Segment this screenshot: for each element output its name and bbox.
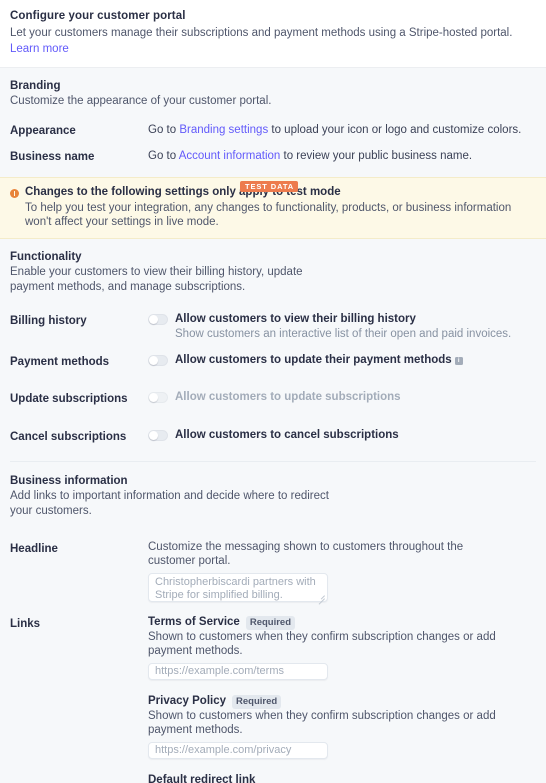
links-body: Terms of Service Required Shown to custo…	[148, 615, 536, 783]
business-name-prefix: Go to	[148, 150, 179, 162]
billing-history-row: Billing history Allow customers to view …	[10, 299, 536, 341]
business-information-title: Business information	[10, 475, 128, 487]
page-subtitle: Let your customers manage their subscrip…	[10, 25, 536, 57]
headline-body: Customize the messaging shown to custome…	[148, 540, 536, 605]
resize-handle-icon[interactable]	[318, 592, 325, 605]
update-subscriptions-toggle-label: Allow customers to update subscriptions	[175, 391, 401, 403]
customer-portal-settings-card: Configure your customer portal Let your …	[0, 0, 546, 783]
default-redirect-head: Default redirect link	[148, 773, 536, 783]
billing-history-toggle-help: Show customers an interactive list of th…	[175, 328, 512, 340]
cancel-subscriptions-toggle-row: Allow customers to cancel subscriptions	[148, 428, 536, 443]
cancel-subscriptions-toggle-label: Allow customers to cancel subscriptions	[175, 429, 399, 441]
payment-methods-toggle-label: Allow customers to update their payment …	[175, 353, 463, 368]
billing-history-body: Allow customers to view their billing hi…	[148, 312, 536, 341]
functionality-title: Functionality	[10, 251, 82, 263]
business-name-label: Business name	[10, 151, 95, 163]
toggle-knob	[149, 393, 158, 402]
business-name-suffix: to review your public business name.	[280, 150, 473, 162]
business-name-row: Business name Go to Account information …	[10, 139, 536, 165]
privacy-input-placeholder: https://example.com/privacy	[155, 744, 292, 756]
links-row: Links Terms of Service Required Shown to…	[10, 602, 536, 783]
business-information-description: Add links to important information and d…	[10, 490, 329, 517]
business-information-head: Business information Add links to import…	[10, 473, 536, 519]
test-data-badge: TEST DATA	[240, 181, 299, 192]
billing-history-toggle-texts: Allow customers to view their billing hi…	[175, 312, 511, 341]
business-name-body: Go to Account information to review your…	[148, 148, 536, 164]
business-information-section: Business information Add links to import…	[0, 462, 546, 783]
payment-methods-toggle-label-text: Allow customers to update their payment …	[175, 354, 452, 366]
privacy-policy-input[interactable]: https://example.com/privacy	[148, 742, 328, 759]
privacy-required-badge: Required	[232, 694, 282, 709]
headline-label: Headline	[10, 543, 58, 555]
info-icon[interactable]: i	[454, 357, 463, 365]
headline-row: Headline Customize the messaging shown t…	[10, 523, 536, 605]
toggle-knob	[149, 356, 158, 365]
cancel-subscriptions-body: Allow customers to cancel subscriptions	[148, 428, 536, 443]
branding-settings-link[interactable]: Branding settings	[179, 124, 268, 136]
hero-learn-more-link[interactable]: Learn more	[10, 43, 69, 55]
terms-required-badge: Required	[245, 615, 296, 630]
test-mode-banner-text: To help you test your integration, any c…	[25, 202, 512, 228]
links-label: Links	[10, 618, 41, 630]
billing-history-toggle-row: Allow customers to view their billing hi…	[148, 312, 536, 341]
payment-methods-toggle[interactable]	[148, 355, 168, 366]
terms-of-service-field: Terms of Service Required Shown to custo…	[148, 615, 536, 680]
payment-methods-body: Allow customers to update their payment …	[148, 353, 536, 368]
billing-history-toggle-label: Allow customers to view their billing hi…	[175, 313, 416, 325]
payment-methods-toggle-row: Allow customers to update their payment …	[148, 353, 536, 368]
headline-textarea-placeholder: Christopherbiscardi partners with Stripe…	[155, 576, 316, 601]
update-subscriptions-body: Allow customers to update subscriptions	[148, 390, 536, 405]
privacy-policy-head: Privacy Policy Required	[148, 694, 536, 709]
update-subscriptions-row: Update subscriptions Allow customers to …	[10, 370, 536, 407]
terms-input-placeholder: https://example.com/terms	[155, 665, 284, 677]
branding-title: Branding	[10, 80, 61, 92]
default-redirect-title: Default redirect link	[148, 774, 256, 783]
toggle-knob	[149, 315, 158, 324]
functionality-section: Functionality Enable your customers to v…	[0, 239, 546, 462]
headline-description: Customize the messaging shown to custome…	[148, 541, 464, 567]
account-information-link[interactable]: Account information	[179, 150, 281, 162]
appearance-label: Appearance	[10, 125, 76, 137]
appearance-row: Appearance Go to Branding settings to up…	[10, 113, 536, 139]
functionality-description: Enable your customers to view their bill…	[10, 266, 303, 293]
update-subscriptions-label: Update subscriptions	[10, 393, 128, 405]
privacy-policy-title: Privacy Policy	[148, 695, 226, 707]
privacy-policy-description: Shown to customers when they confirm sub…	[148, 710, 496, 736]
update-subscriptions-toggle	[148, 392, 168, 403]
default-redirect-field: Default redirect link Choose where to re…	[148, 773, 536, 783]
payment-methods-label: Payment methods	[10, 356, 110, 368]
privacy-policy-field: Privacy Policy Required Shown to custome…	[148, 694, 536, 759]
cancel-subscriptions-toggle-texts: Allow customers to cancel subscriptions	[175, 428, 399, 443]
page-header: Configure your customer portal Let your …	[0, 0, 546, 68]
cancel-subscriptions-toggle[interactable]	[148, 430, 168, 441]
test-mode-banner-wrap: TEST DATA Changes to the following setti…	[0, 177, 546, 239]
terms-of-service-title: Terms of Service	[148, 616, 240, 628]
appearance-suffix: to upload your icon or logo and customiz…	[268, 124, 522, 136]
headline-textarea[interactable]: Christopherbiscardi partners with Stripe…	[148, 573, 328, 605]
cancel-subscriptions-label: Cancel subscriptions	[10, 431, 127, 443]
terms-of-service-head: Terms of Service Required	[148, 615, 536, 630]
page-subtitle-text: Let your customers manage their subscrip…	[10, 27, 513, 39]
terms-of-service-input[interactable]: https://example.com/terms	[148, 663, 328, 680]
update-subscriptions-toggle-texts: Allow customers to update subscriptions	[175, 390, 401, 405]
appearance-body: Go to Branding settings to upload your i…	[148, 122, 536, 138]
billing-history-toggle[interactable]	[148, 314, 168, 325]
toggle-knob	[149, 431, 158, 440]
payment-methods-toggle-texts: Allow customers to update their payment …	[175, 353, 463, 368]
cancel-subscriptions-row: Cancel subscriptions Allow customers to …	[10, 407, 536, 445]
branding-section: Branding Customize the appearance of you…	[0, 68, 546, 165]
functionality-section-head: Functionality Enable your customers to v…	[10, 249, 536, 295]
branding-section-head: Branding Customize the appearance of you…	[10, 78, 536, 109]
update-subscriptions-toggle-row: Allow customers to update subscriptions	[148, 390, 536, 405]
appearance-prefix: Go to	[148, 124, 180, 136]
terms-of-service-description: Shown to customers when they confirm sub…	[148, 631, 496, 657]
payment-methods-row: Payment methods Allow customers to updat…	[10, 341, 536, 370]
billing-history-label: Billing history	[10, 315, 87, 327]
branding-description: Customize the appearance of your custome…	[10, 95, 272, 107]
info-circle-icon	[10, 189, 19, 198]
page-title: Configure your customer portal	[10, 10, 186, 22]
